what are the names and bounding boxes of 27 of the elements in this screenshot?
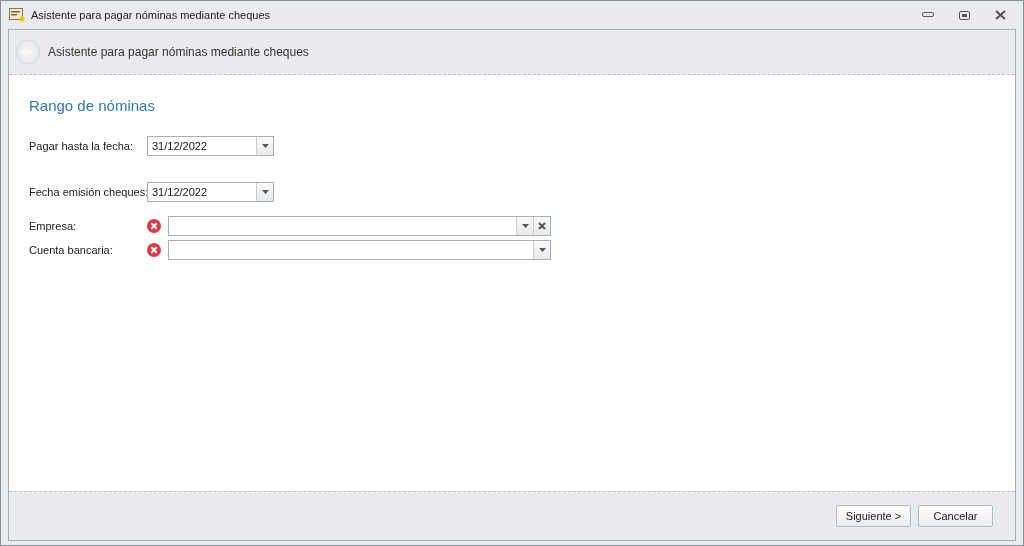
dropdown-button[interactable] bbox=[256, 137, 273, 155]
clear-button[interactable] bbox=[533, 217, 550, 235]
app-icon bbox=[9, 8, 25, 22]
date-field[interactable]: 31/12/2022 bbox=[147, 136, 274, 156]
cancel-button[interactable]: Cancelar bbox=[918, 505, 993, 527]
field-label: Empresa: bbox=[29, 220, 78, 232]
caret-down-icon bbox=[538, 248, 546, 252]
caret-down-icon bbox=[521, 224, 529, 228]
minimize-icon bbox=[922, 12, 934, 18]
caret-down-icon bbox=[261, 190, 269, 194]
caret-down-icon bbox=[261, 144, 269, 148]
dropdown-button[interactable] bbox=[516, 217, 533, 235]
window-title: Asistente para pagar nóminas mediante cheques bbox=[31, 9, 272, 21]
restore-icon bbox=[958, 10, 970, 20]
combo-field[interactable] bbox=[168, 216, 551, 236]
close-icon bbox=[538, 222, 546, 230]
field-label: Fecha emisión cheques: bbox=[29, 186, 147, 198]
date-field[interactable]: 31/12/2022 bbox=[147, 182, 274, 202]
section-title: Rango de nóminas bbox=[29, 97, 156, 114]
combo-field[interactable] bbox=[168, 240, 551, 260]
next-button[interactable]: Siguiente > bbox=[836, 505, 911, 527]
field-label: Pagar hasta la fecha: bbox=[29, 140, 134, 152]
dropdown-button[interactable] bbox=[533, 241, 550, 259]
dropdown-button[interactable] bbox=[256, 183, 273, 201]
wizard-title: Asistente para pagar nóminas mediante cheques bbox=[48, 45, 309, 59]
field-label: Cuenta bancaria: bbox=[29, 244, 114, 256]
close-icon bbox=[994, 10, 1006, 20]
